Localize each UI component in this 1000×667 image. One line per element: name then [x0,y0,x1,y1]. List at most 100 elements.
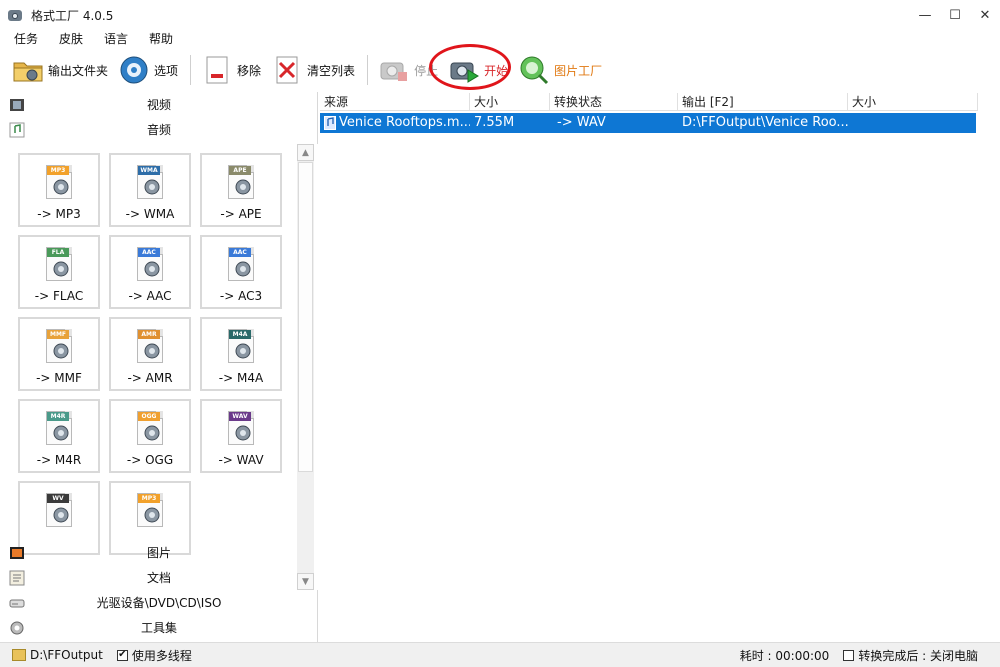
format-tile[interactable]: AAC -> AC3 [200,235,282,309]
format-tile-label: -> M4A [218,371,264,385]
format-tile-label: -> AMR [127,371,173,385]
start-button[interactable]: 开始 [448,52,508,88]
menu-skin[interactable]: 皮肤 [55,30,87,47]
cell-status: -> WAV [557,115,606,130]
scroll-thumb[interactable] [298,162,313,472]
audio-format-file-icon: APE [226,163,256,201]
format-badge: WAV [229,412,251,421]
start-label: 开始 [484,63,509,78]
category-picture[interactable]: 图片 [0,540,318,565]
after-convert-checkbox[interactable] [843,650,855,661]
clear-list-button[interactable]: 清空列表 [271,52,355,88]
format-tile[interactable]: AAC -> AAC [109,235,191,309]
format-badge: APE [229,166,251,175]
elapsed-time: 耗时 : 00:00:00 [739,649,830,663]
format-badge: M4R [47,412,69,421]
format-badge: AMR [138,330,160,339]
stop-button[interactable]: 停止 [378,52,438,88]
audio-format-file-icon: AMR [135,327,165,365]
column-size[interactable]: 大小 [470,93,550,111]
category-document[interactable]: 文档 [0,565,318,590]
toolbar-separator [367,55,369,85]
format-tile[interactable]: FLA -> FLAC [18,235,100,309]
scroll-up-arrow-icon[interactable]: ▲ [297,144,314,161]
menu-language[interactable]: 语言 [100,30,132,47]
menu-help[interactable]: 帮助 [145,30,177,47]
minimize-button[interactable]: — [910,0,940,30]
after-convert-label: 转换完成后 : 关闭电脑 [858,649,978,663]
title-bar: 格式工厂 4.0.5 — ☐ ✕ [0,0,1000,30]
maximize-button[interactable]: ☐ [940,0,970,30]
audio-format-file-icon: M4R [44,409,74,447]
format-tile[interactable]: M4A -> M4A [200,317,282,391]
remove-button[interactable]: 移除 [201,52,261,88]
stop-icon [378,54,410,86]
category-audio-label: 音频 [146,123,171,137]
audio-format-file-icon: AAC [135,245,165,283]
picture-factory-button[interactable]: 图片工厂 [518,52,602,88]
format-tile-label: -> MP3 [37,207,81,221]
table-row[interactable]: Venice Rooftops.m... 7.55M -> WAV D:\FFO… [320,113,976,133]
cell-source: Venice Rooftops.m... [339,115,470,130]
options-gear-icon [118,54,150,86]
picture-factory-icon [518,54,550,86]
category-video[interactable]: 视频 [0,92,318,117]
audio-format-file-icon: M4A [226,327,256,365]
remove-label: 移除 [237,63,262,78]
audio-format-file-icon: MMF [44,327,74,365]
format-badge: AAC [138,248,160,257]
column-output-size[interactable]: 大小 [848,93,978,111]
output-folder-button[interactable]: 输出文件夹 [12,52,108,88]
menu-task[interactable]: 任务 [10,30,42,47]
column-output[interactable]: 输出 [F2] [678,93,848,111]
format-badge: WV [47,494,69,503]
menu-bar: 任务 皮肤 语言 帮助 [0,30,1000,47]
output-folder-icon[interactable] [12,649,26,661]
format-tile[interactable]: APE -> APE [200,153,282,227]
cell-size: 7.55M [474,115,515,130]
format-tile-label: -> FLAC [34,289,84,303]
format-badge: AAC [229,248,251,257]
format-tile-label: -> MMF [36,371,82,385]
format-tile[interactable]: OGG -> OGG [109,399,191,473]
status-bar: D:\FFOutput ✔ 使用多线程 耗时 : 00:00:00 转换完成后 … [0,642,1000,667]
format-tile[interactable]: WAV -> WAV [200,399,282,473]
format-tile[interactable]: AMR -> AMR [109,317,191,391]
cell-output-size [848,113,968,133]
format-badge: MMF [47,330,69,339]
format-tile[interactable]: MMF -> MMF [18,317,100,391]
format-tile-label: -> OGG [126,453,174,467]
start-icon [448,54,480,86]
format-tile-label: -> WAV [218,453,264,467]
audio-format-file-icon: AAC [226,245,256,283]
format-badge: MP3 [47,166,69,175]
category-rom-device[interactable]: 光驱设备\DVD\CD\ISO [0,590,318,615]
format-tile[interactable]: MP3 -> MP3 [18,153,100,227]
column-source[interactable]: 来源 [320,93,470,111]
category-audio[interactable]: 音频 [0,117,318,142]
remove-icon [201,54,233,86]
picture-factory-label: 图片工厂 [554,63,603,78]
category-panel: 视频 音频 MP3 -> MP3 WMA -> WMA APE -> APE FLA -> F… [0,92,318,642]
column-status[interactable]: 转换状态 [550,93,678,111]
category-tools-label: 工具集 [140,621,177,635]
audio-format-file-icon: MP3 [135,491,165,529]
format-tile-label: -> AAC [128,289,172,303]
category-tools[interactable]: 工具集 [0,615,318,640]
close-button[interactable]: ✕ [970,0,1000,30]
app-logo-icon [7,7,23,23]
multithread-label: 使用多线程 [131,648,192,663]
format-badge: FLA [47,248,69,257]
cell-output: D:\FFOutput\Venice Roo... [682,115,848,130]
options-button[interactable]: 选项 [118,52,178,88]
format-tile[interactable]: M4R -> M4R [18,399,100,473]
format-badge: MP3 [138,494,160,503]
grid-scrollbar[interactable]: ▲ ▼ [297,144,314,590]
format-tile[interactable]: WMA -> WMA [109,153,191,227]
audio-format-file-icon: WAV [226,409,256,447]
audio-format-file-icon: FLA [44,245,74,283]
category-video-label: 视频 [146,98,171,112]
output-path[interactable]: D:\FFOutput [30,648,103,662]
multithread-checkbox[interactable]: ✔ [116,649,128,661]
category-picture-label: 图片 [146,546,171,560]
